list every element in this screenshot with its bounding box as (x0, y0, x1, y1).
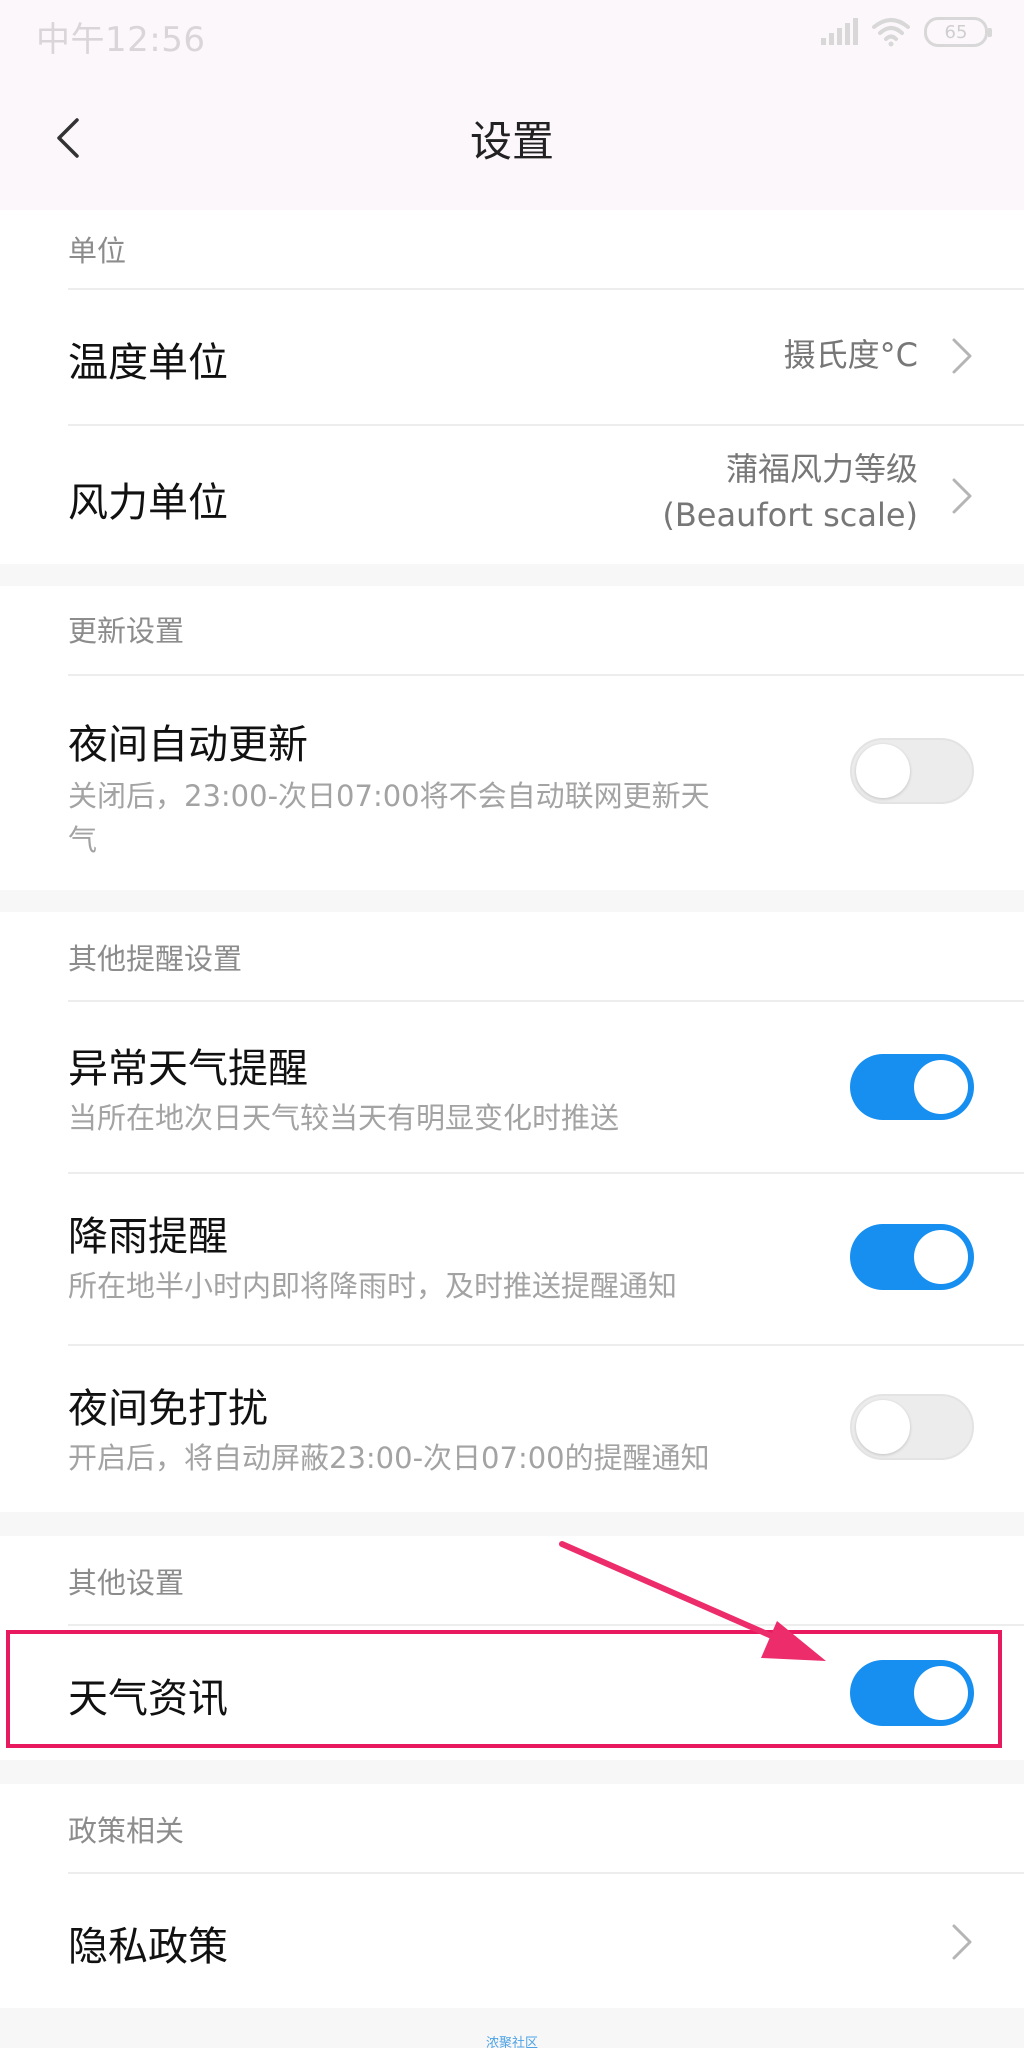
night-do-not-disturb-toggle[interactable] (850, 1394, 974, 1460)
night-auto-update-description-line1: 关闭后，23:00-次日07:00将不会自动联网更新天 (68, 779, 710, 813)
battery-icon: 65 (924, 17, 992, 47)
section-title-other: 其他设置 (68, 1566, 185, 1600)
row-title-temperature-unit: 温度单位 (68, 340, 228, 386)
row-night-auto-update[interactable]: 夜间自动更新 关闭后，23:00-次日07:00将不会自动联网更新天 气 (0, 676, 1024, 890)
rain-alert-toggle[interactable] (850, 1224, 974, 1290)
weather-news-toggle[interactable] (850, 1660, 974, 1726)
status-icons: 65 (820, 14, 992, 50)
row-title-rain-alert: 降雨提醒 (68, 1214, 228, 1260)
row-rain-alert[interactable]: 降雨提醒 所在地半小时内即将降雨时，及时推送提醒通知 (0, 1174, 1024, 1344)
abnormal-weather-alert-toggle[interactable] (850, 1054, 974, 1120)
section-policy: 政策相关 隐私政策 (0, 1784, 1024, 2008)
night-auto-update-description-line2: 气 (68, 823, 98, 857)
chevron-right-icon (952, 338, 972, 374)
chevron-right-icon (952, 478, 972, 514)
row-title-night-do-not-disturb: 夜间免打扰 (68, 1386, 268, 1432)
section-other: 其他设置 天气资讯 (0, 1536, 1024, 1760)
watermark: 浓聚社区 (485, 2036, 538, 2048)
toggle-knob (914, 1060, 968, 1114)
wifi-icon (872, 18, 910, 47)
row-title-abnormal-weather-alert: 异常天气提醒 (68, 1046, 308, 1092)
section-title-update: 更新设置 (68, 614, 185, 648)
toggle-knob (914, 1666, 968, 1720)
section-title-units: 单位 (68, 234, 127, 268)
section-title-reminders: 其他提醒设置 (68, 942, 243, 976)
wind-unit-value-line2: (Beaufort scale) (662, 496, 918, 534)
chevron-right-icon (952, 1924, 972, 1960)
signal-icon (821, 18, 858, 45)
row-abnormal-weather-alert[interactable]: 异常天气提醒 当所在地次日天气较当天有明显变化时推送 (0, 1002, 1024, 1172)
row-title-night-auto-update: 夜间自动更新 (68, 722, 308, 768)
section-update: 更新设置 夜间自动更新 关闭后，23:00-次日07:00将不会自动联网更新天 … (0, 586, 1024, 890)
abnormal-weather-alert-description: 当所在地次日天气较当天有明显变化时推送 (68, 1101, 620, 1135)
row-weather-news[interactable]: 天气资讯 (0, 1626, 1024, 1760)
section-title-policy: 政策相关 (68, 1814, 185, 1848)
toggle-knob (914, 1230, 968, 1284)
settings-screen: 中午12:56 65 设置 单位 温度单位 摄氏度°C 风力单位 蒲福风力等级 … (0, 0, 1024, 2048)
status-time: 中午12:56 (36, 20, 206, 60)
page-title: 设置 (469, 117, 554, 166)
temperature-unit-value: 摄氏度°C (783, 336, 918, 374)
wind-unit-value-line1: 蒲福风力等级 (725, 450, 918, 488)
row-night-do-not-disturb[interactable]: 夜间免打扰 开启后，将自动屏蔽23:00-次日07:00的提醒通知 (0, 1346, 1024, 1512)
row-title-wind-unit: 风力单位 (68, 480, 228, 526)
section-units: 单位 温度单位 摄氏度°C 风力单位 蒲福风力等级 (Beaufort scal… (0, 210, 1024, 564)
night-auto-update-toggle[interactable] (850, 738, 974, 804)
section-reminders: 其他提醒设置 异常天气提醒 当所在地次日天气较当天有明显变化时推送 降雨提醒 所… (0, 912, 1024, 1512)
row-title-privacy-policy: 隐私政策 (68, 1924, 228, 1970)
toggle-knob (856, 1400, 910, 1454)
rain-alert-description: 所在地半小时内即将降雨时，及时推送提醒通知 (68, 1269, 678, 1303)
row-temperature-unit[interactable]: 温度单位 摄氏度°C (0, 290, 1024, 424)
top-bar: 中午12:56 65 设置 (0, 0, 1024, 210)
toggle-knob (856, 744, 910, 798)
battery-level: 65 (944, 21, 968, 43)
night-do-not-disturb-description: 开启后，将自动屏蔽23:00-次日07:00的提醒通知 (68, 1441, 710, 1475)
row-wind-unit[interactable]: 风力单位 蒲福风力等级 (Beaufort scale) (0, 426, 1024, 564)
row-title-weather-news: 天气资讯 (68, 1676, 228, 1722)
row-privacy-policy[interactable]: 隐私政策 (0, 1874, 1024, 2008)
